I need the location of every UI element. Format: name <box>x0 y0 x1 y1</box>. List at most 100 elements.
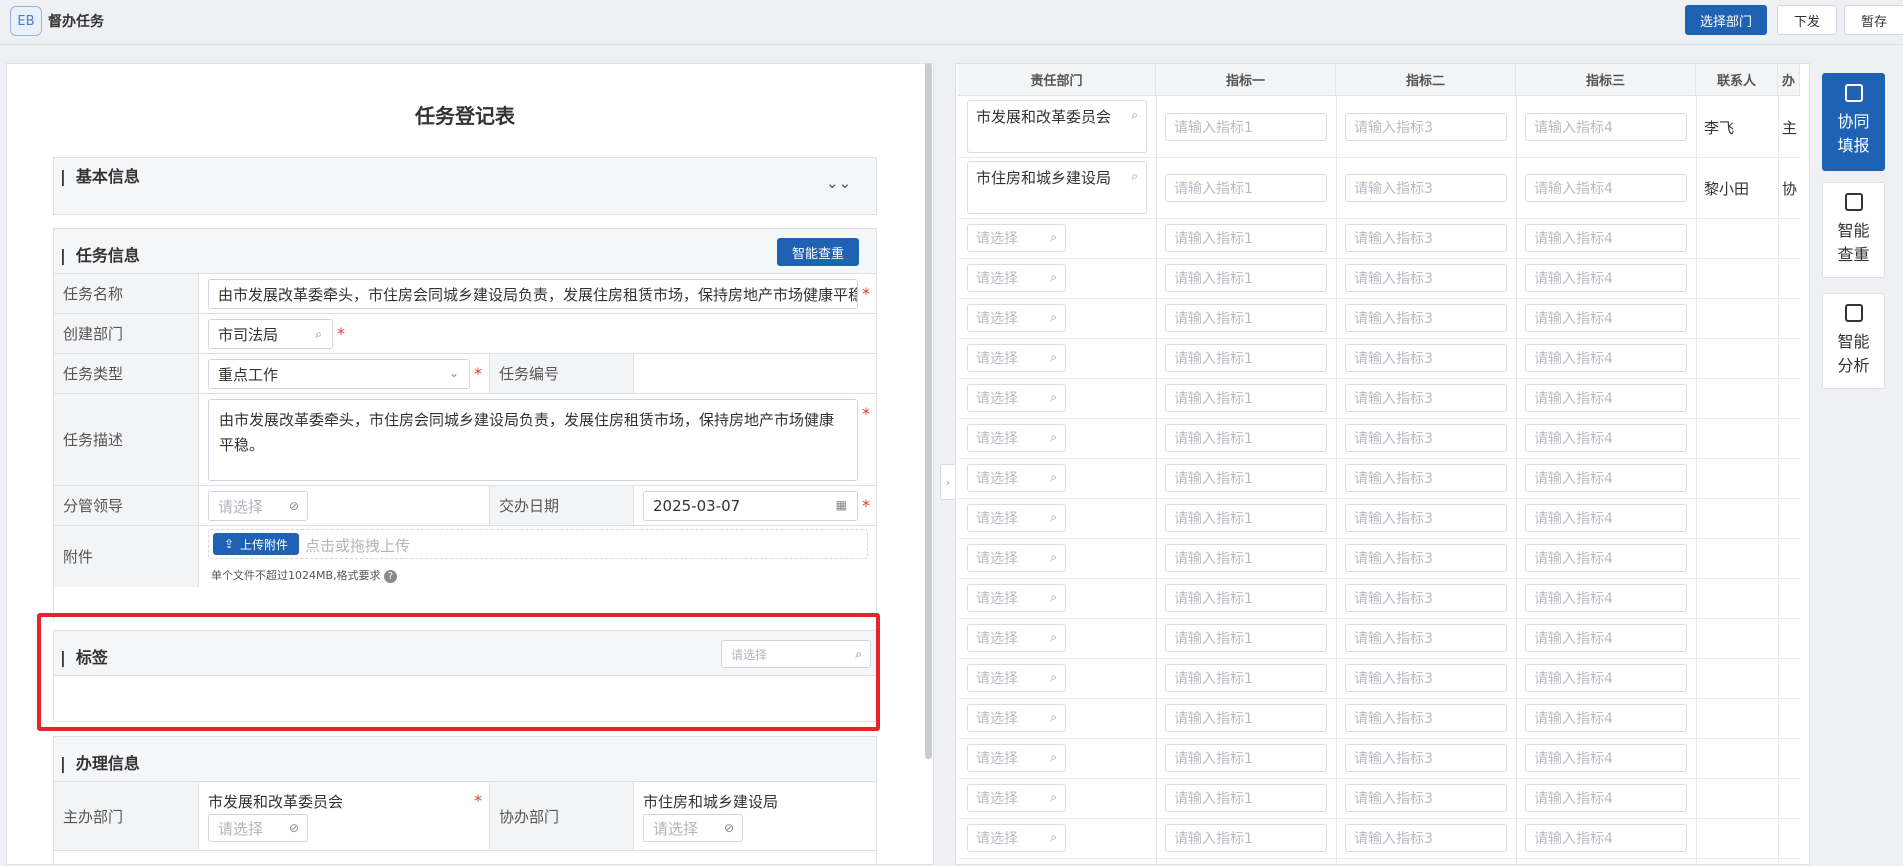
dept-field[interactable]: 市住房和城乡建设局 ⌕ <box>967 161 1147 214</box>
basic-info-section[interactable]: 基本信息 ⌄⌄ <box>53 157 877 215</box>
indicator-input[interactable]: 请输入指标4 <box>1525 584 1687 612</box>
co-dept-select[interactable]: 请选择 ⊘ <box>643 814 743 842</box>
dept-select[interactable]: 请选择 ⌕ <box>967 544 1066 572</box>
dept-select[interactable]: 请选择 ⌕ <box>967 584 1066 612</box>
dept-value: 市住房和城乡建设局 <box>976 169 1112 187</box>
indicator-input[interactable]: 请输入指标4 <box>1525 173 1687 202</box>
indicator-input[interactable]: 请输入指标4 <box>1525 424 1687 452</box>
date-picker[interactable]: 2025-03-07 ▦ <box>643 491 858 521</box>
indicator-input[interactable]: 请输入指标1 <box>1165 304 1327 332</box>
dept-select[interactable]: 请选择 ⌕ <box>967 224 1066 252</box>
side-action-button[interactable]: 智能查重 <box>1822 182 1885 278</box>
indicator-input[interactable]: 请输入指标1 <box>1165 173 1327 202</box>
indicator-input[interactable]: 请输入指标4 <box>1525 784 1687 812</box>
main-dept-select[interactable]: 请选择 ⊘ <box>208 814 308 842</box>
side-action-button[interactable]: 智能分析 <box>1822 293 1885 389</box>
indicator-input[interactable]: 请输入指标1 <box>1165 824 1327 852</box>
indicator-input[interactable]: 请输入指标1 <box>1165 744 1327 772</box>
dept-select[interactable]: 请选择 ⌕ <box>967 424 1066 452</box>
indicator-input[interactable]: 请输入指标1 <box>1165 224 1327 252</box>
select-dept-button[interactable]: 选择部门 <box>1685 5 1767 35</box>
indicator-input[interactable]: 请输入指标3 <box>1345 544 1507 572</box>
indicator-input[interactable]: 请输入指标3 <box>1345 664 1507 692</box>
indicator-input[interactable]: 请输入指标1 <box>1165 344 1327 372</box>
form-scrollbar[interactable] <box>925 63 932 759</box>
calendar-icon: ▦ <box>835 498 847 512</box>
indicator-input[interactable]: 请输入指标3 <box>1345 584 1507 612</box>
dept-select[interactable]: 请选择 ⌕ <box>967 744 1066 772</box>
indicator-input[interactable]: 请输入指标1 <box>1165 384 1327 412</box>
search-icon: ⌕ <box>1050 390 1057 404</box>
dept-select[interactable]: 请选择 ⌕ <box>967 464 1066 492</box>
task-name-input[interactable]: 由市发展改革委牵头，市住房会同城乡建设局负责，发展住房租赁市场，保持房地产市场健… <box>208 279 858 309</box>
indicator-input[interactable]: 请输入指标1 <box>1165 584 1327 612</box>
dept-select[interactable]: 请选择 ⌕ <box>967 384 1066 412</box>
side-action-button[interactable]: 协同填报 <box>1822 73 1885 171</box>
upload-dropzone[interactable]: ⇪ 上传附件 点击或拖拽上传 <box>208 529 868 559</box>
indicator-input[interactable]: 请输入指标3 <box>1345 304 1507 332</box>
dept-select[interactable]: 请选择 ⌕ <box>967 704 1066 732</box>
indicator-input[interactable]: 请输入指标4 <box>1525 704 1687 732</box>
save-draft-button[interactable]: 暂存 <box>1844 5 1903 35</box>
indicator-input[interactable]: 请输入指标3 <box>1345 824 1507 852</box>
indicator-input[interactable]: 请输入指标3 <box>1345 464 1507 492</box>
indicator-input[interactable]: 请输入指标4 <box>1525 224 1687 252</box>
smart-check-button[interactable]: 智能查重 <box>777 238 859 266</box>
required-mark: * <box>474 791 482 810</box>
indicator-input[interactable]: 请输入指标3 <box>1345 704 1507 732</box>
dept-select[interactable]: 请选择 ⌕ <box>967 624 1066 652</box>
row-divider <box>958 157 1800 158</box>
create-dept-input[interactable]: 市司法局 ⌕ <box>208 319 333 349</box>
indicator-input[interactable]: 请输入指标1 <box>1165 784 1327 812</box>
indicator-input[interactable]: 请输入指标3 <box>1345 624 1507 652</box>
indicator-input[interactable]: 请输入指标4 <box>1525 384 1687 412</box>
dept-select[interactable]: 请选择 ⌕ <box>967 504 1066 532</box>
indicator-input[interactable]: 请输入指标4 <box>1525 824 1687 852</box>
indicator-input[interactable]: 请输入指标4 <box>1525 112 1687 141</box>
indicator-input[interactable]: 请输入指标4 <box>1525 624 1687 652</box>
indicator-input[interactable]: 请输入指标3 <box>1345 112 1507 141</box>
dept-field[interactable]: 市发展和改革委员会 ⌕ <box>967 100 1147 153</box>
indicator-input[interactable]: 请输入指标4 <box>1525 664 1687 692</box>
dept-select[interactable]: 请选择 ⌕ <box>967 664 1066 692</box>
collapse-handle[interactable]: › <box>940 464 956 500</box>
chevron-double-down-icon[interactable]: ⌄⌄ <box>826 174 851 192</box>
indicator-input[interactable]: 请输入指标4 <box>1525 744 1687 772</box>
dept-select[interactable]: 请选择 ⌕ <box>967 784 1066 812</box>
indicator-input[interactable]: 请输入指标1 <box>1165 424 1327 452</box>
indicator-input[interactable]: 请输入指标4 <box>1525 504 1687 532</box>
indicator-input[interactable]: 请输入指标1 <box>1165 264 1327 292</box>
dept-select[interactable]: 请选择 ⌕ <box>967 264 1066 292</box>
task-type-select[interactable]: 重点工作 ⌄ <box>208 359 470 389</box>
indicator-input[interactable]: 请输入指标1 <box>1165 624 1327 652</box>
dept-select[interactable]: 请选择 ⌕ <box>967 344 1066 372</box>
help-icon[interactable]: ? <box>384 570 398 583</box>
upload-button[interactable]: ⇪ 上传附件 <box>213 533 299 555</box>
indicator-input[interactable]: 请输入指标3 <box>1345 744 1507 772</box>
indicator-input[interactable]: 请输入指标3 <box>1345 504 1507 532</box>
indicator-input[interactable]: 请输入指标1 <box>1165 664 1327 692</box>
task-no-field[interactable] <box>634 354 876 393</box>
indicator-input[interactable]: 请输入指标1 <box>1165 112 1327 141</box>
indicator-input[interactable]: 请输入指标3 <box>1345 784 1507 812</box>
leader-select[interactable]: 请选择 ⊘ <box>208 491 308 521</box>
indicator-input[interactable]: 请输入指标3 <box>1345 224 1507 252</box>
indicator-input[interactable]: 请输入指标4 <box>1525 304 1687 332</box>
indicator-input[interactable]: 请输入指标1 <box>1165 544 1327 572</box>
indicator-input[interactable]: 请输入指标3 <box>1345 384 1507 412</box>
indicator-input[interactable]: 请输入指标3 <box>1345 344 1507 372</box>
indicator-input[interactable]: 请输入指标3 <box>1345 173 1507 202</box>
indicator-input[interactable]: 请输入指标1 <box>1165 464 1327 492</box>
dept-select[interactable]: 请选择 ⌕ <box>967 304 1066 332</box>
indicator-input[interactable]: 请输入指标3 <box>1345 424 1507 452</box>
issue-button[interactable]: 下发 <box>1777 5 1837 35</box>
indicator-input[interactable]: 请输入指标4 <box>1525 464 1687 492</box>
indicator-input[interactable]: 请输入指标4 <box>1525 544 1687 572</box>
indicator-input[interactable]: 请输入指标3 <box>1345 264 1507 292</box>
task-desc-textarea[interactable]: 由市发展改革委牵头，市住房会同城乡建设局负责，发展住房租赁市场，保持房地产市场健… <box>208 399 858 481</box>
indicator-input[interactable]: 请输入指标1 <box>1165 504 1327 532</box>
indicator-input[interactable]: 请输入指标1 <box>1165 704 1327 732</box>
indicator-input[interactable]: 请输入指标4 <box>1525 264 1687 292</box>
dept-select[interactable]: 请选择 ⌕ <box>967 824 1066 852</box>
indicator-input[interactable]: 请输入指标4 <box>1525 344 1687 372</box>
